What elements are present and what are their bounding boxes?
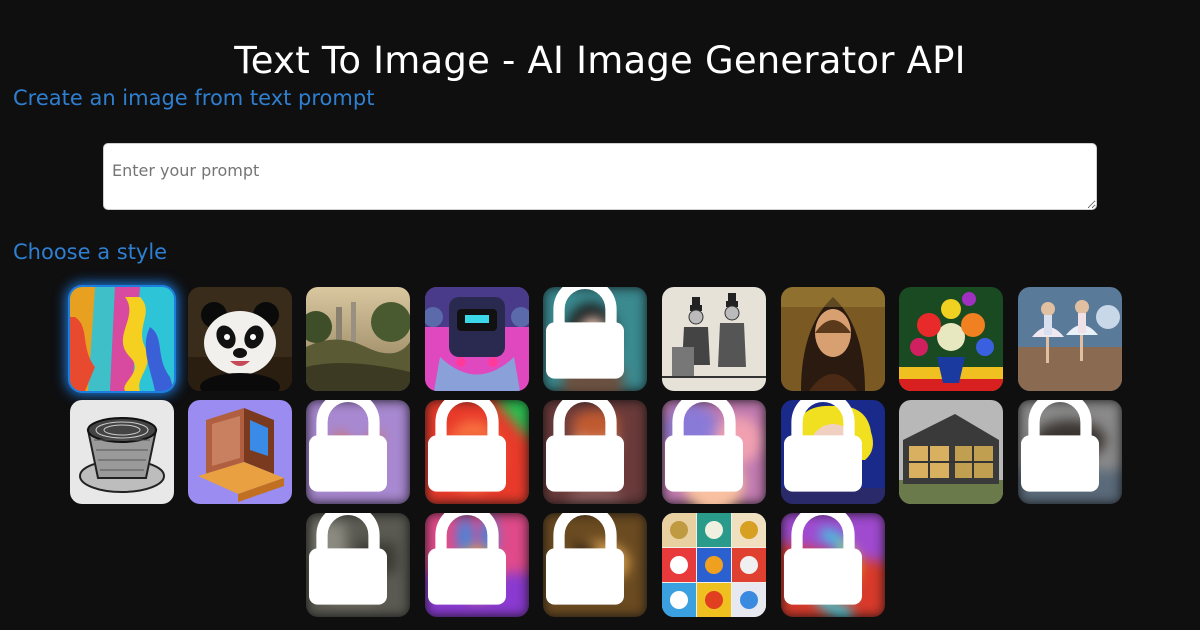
lock-icon xyxy=(309,513,387,605)
style-option-fantasy-portrait[interactable] xyxy=(543,400,647,504)
landscape-painting-thumbnail xyxy=(306,287,410,391)
style-option-icon-grid[interactable] xyxy=(662,513,766,617)
lock-icon xyxy=(546,513,624,605)
lock-icon xyxy=(784,513,862,605)
style-option-panda[interactable] xyxy=(188,287,292,391)
style-option-gradient-rabbit[interactable] xyxy=(425,513,529,617)
renaissance-portrait-thumbnail xyxy=(781,287,885,391)
style-option-engraving-cup[interactable] xyxy=(70,400,174,504)
style-option-low-poly-fox[interactable] xyxy=(306,400,410,504)
page-title: Text To Image - AI Image Generator API xyxy=(234,38,966,82)
style-option-gray-collage[interactable] xyxy=(306,513,410,617)
style-option-old-oil-painting[interactable] xyxy=(543,513,647,617)
lock-icon xyxy=(309,400,387,492)
robot-neon-thumbnail xyxy=(425,287,529,391)
style-option-dark-sculpture[interactable] xyxy=(1018,400,1122,504)
style-option-neon-dragon[interactable] xyxy=(781,513,885,617)
style-option-neon-face[interactable] xyxy=(425,400,529,504)
lock-icon xyxy=(1021,400,1099,492)
style-option-pastel-clouds[interactable] xyxy=(662,400,766,504)
prompt-input[interactable] xyxy=(103,143,1097,210)
style-option-vintage-sketch[interactable] xyxy=(662,287,766,391)
vintage-sketch-thumbnail xyxy=(662,287,766,391)
style-option-abstract-paint[interactable] xyxy=(70,287,174,391)
isometric-laptop-thumbnail xyxy=(188,400,292,504)
lock-icon xyxy=(665,400,743,492)
panda-thumbnail xyxy=(188,287,292,391)
lock-icon xyxy=(784,400,862,492)
modern-house-thumbnail xyxy=(899,400,1003,504)
style-option-anime-portrait[interactable] xyxy=(543,287,647,391)
style-section-heading: Choose a style xyxy=(13,240,168,264)
flower-vase-thumbnail xyxy=(899,287,1003,391)
style-option-impressionist-ballet[interactable] xyxy=(1018,287,1122,391)
impressionist-ballet-thumbnail xyxy=(1018,287,1122,391)
style-option-pop-art-portrait[interactable] xyxy=(781,400,885,504)
style-option-isometric-laptop[interactable] xyxy=(188,400,292,504)
style-option-landscape-painting[interactable] xyxy=(306,287,410,391)
style-option-renaissance-portrait[interactable] xyxy=(781,287,885,391)
lock-icon xyxy=(546,287,624,379)
lock-icon xyxy=(546,400,624,492)
lock-icon xyxy=(428,400,506,492)
icon-grid-thumbnail xyxy=(662,513,766,617)
style-option-flower-vase[interactable] xyxy=(899,287,1003,391)
style-option-robot-neon[interactable] xyxy=(425,287,529,391)
abstract-paint-thumbnail xyxy=(70,287,174,391)
engraving-cup-thumbnail xyxy=(70,400,174,504)
prompt-section-heading: Create an image from text prompt xyxy=(13,86,375,110)
style-option-modern-house[interactable] xyxy=(899,400,1003,504)
lock-icon xyxy=(428,513,506,605)
